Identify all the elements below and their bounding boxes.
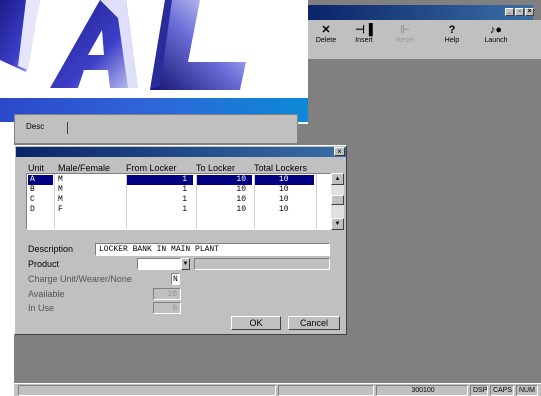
table-cell-to[interactable]: 10 [197,195,252,205]
help-label: Help [444,37,460,44]
launch-button[interactable]: ♪● Launch [478,24,514,56]
table-cell-from[interactable]: 1 [127,185,193,195]
product-label: Product [28,259,60,269]
col-header-gender[interactable]: Male/Female [58,163,110,173]
available-field: 10 [153,288,181,300]
col-header-total-lockers[interactable]: Total Lockers [254,163,307,173]
table-row[interactable]: B M 1 10 10 [27,185,332,195]
cancel-button[interactable]: Cancel [288,316,340,330]
table-cell-total[interactable]: 10 [255,185,314,195]
available-label: Available [28,289,65,299]
app-titlebar[interactable]: _ ▫ × [308,5,534,20]
scroll-thumb[interactable] [331,195,344,205]
table-cell-total[interactable]: 10 [255,195,314,205]
dialog-titlebar[interactable] [16,147,346,157]
insert-label: Insert [355,37,373,44]
table-row[interactable]: D F 1 10 10 [27,205,332,215]
table-cell-gender[interactable]: M [56,175,124,185]
table-cell-from[interactable]: 1 [127,205,193,215]
product-name-field [194,258,330,270]
status-pane-blank [278,385,374,396]
help-button[interactable]: ? Help [434,24,470,56]
delete-label: Delete [315,37,337,44]
grid-scrollbar[interactable]: ▲ ▼ [331,173,344,230]
status-dsp: DSP [470,385,488,396]
table-row[interactable]: A M 1 10 10 [27,175,332,185]
table-cell-total[interactable]: 10 [255,205,314,215]
scroll-up-button[interactable]: ▲ [331,173,344,185]
table-cell-unit[interactable]: D [28,205,53,215]
table-row[interactable]: C M 1 10 10 [27,195,332,205]
delete-button[interactable]: ✕ Delete [308,24,344,56]
logo-letters-graphic [0,0,246,90]
scroll-down-button[interactable]: ▼ [331,218,344,230]
dialog-close-button[interactable]: × [334,147,345,156]
table-cell-to[interactable]: 10 [197,175,252,185]
reset-label: Reset [395,37,415,44]
description-label: Description [28,244,74,254]
table-cell-total[interactable]: 10 [255,175,314,185]
launch-label: Launch [484,37,508,44]
charge-label: Charge Unit/Wearer/None [28,274,132,284]
insert-icon: ⊣▐ [355,24,373,36]
charge-field[interactable]: N [171,273,180,285]
delete-icon: ✕ [321,24,331,36]
table-cell-gender[interactable]: M [56,195,124,205]
ok-button[interactable]: OK [231,316,281,330]
toolbar: ✕ Delete ⊣▐ Insert ⊩ Reset ? Help ♪● Lau… [308,20,541,60]
product-select[interactable] [137,258,181,270]
status-pane-message [18,385,276,396]
maximize-button[interactable]: ▫ [515,8,524,16]
col-header-unit[interactable]: Unit [28,163,44,173]
col-header-to-locker[interactable]: To Locker [196,163,235,173]
status-num: NUM [516,385,538,396]
reset-button[interactable]: ⊩ Reset [387,24,423,56]
minimize-button[interactable]: _ [505,8,514,16]
table-cell-from[interactable]: 1 [127,195,193,205]
table-cell-to[interactable]: 10 [197,205,252,215]
in-use-field: 0 [153,302,181,314]
chevron-down-icon: ▼ [182,261,189,267]
table-cell-unit[interactable]: B [28,185,53,195]
table-cell-gender[interactable]: M [56,185,124,195]
status-bar: 300100 DSP CAPS NUM [14,383,541,396]
col-header-from-locker[interactable]: From Locker [126,163,177,173]
locker-grid[interactable]: A M 1 10 10 B M 1 10 10 C M 1 10 10 D F 1 10 10 [26,173,331,230]
table-cell-unit[interactable]: C [28,195,53,205]
table-cell-to[interactable]: 10 [197,185,252,195]
status-code: 300100 [376,385,468,396]
table-cell-gender[interactable]: F [56,205,124,215]
table-cell-unit[interactable]: A [28,175,53,185]
status-caps: CAPS [490,385,514,396]
product-dropdown-button[interactable]: ▼ [181,258,190,270]
in-use-label: In Use [28,303,55,313]
reset-icon: ⊩ [400,24,410,36]
table-cell-from[interactable]: 1 [127,175,193,185]
insert-button[interactable]: ⊣▐ Insert [346,24,382,56]
help-icon: ? [448,24,456,36]
description-field[interactable]: LOCKER BANK IN MAIN PLANT [95,243,330,256]
close-button[interactable]: × [525,8,534,16]
desc-label: Desc [22,122,68,134]
launch-icon: ♪● [489,24,503,36]
